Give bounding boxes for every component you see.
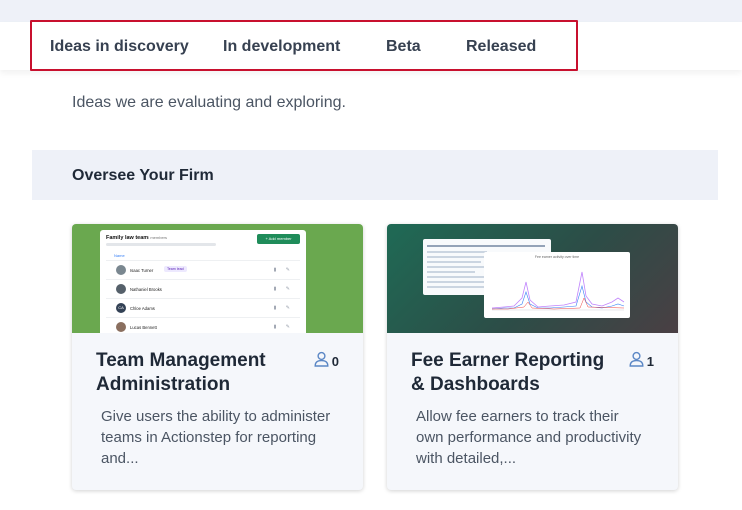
thumbnail-search-bar — [106, 243, 216, 246]
tab-beta[interactable]: Beta — [386, 38, 421, 56]
thumbnail-row-name: Isaac Turner — [130, 268, 154, 273]
thumbnail-row-actions: ▮ ✎ — [273, 324, 294, 330]
thumbnail-column-header: Name — [114, 253, 125, 258]
card-title: Fee Earner Reporting & Dashboards — [411, 350, 605, 395]
thumbnail-line-chart: Fee earner activity over time — [484, 252, 630, 318]
section-header: Oversee Your Firm — [32, 150, 718, 200]
thumbnail-row: CA Chloe Adams ▮ ✎ — [106, 298, 300, 317]
thumbnail-row: Nathaniel Brooks ▮ ✎ — [106, 279, 300, 298]
tab-description: Ideas we are evaluating and exploring. — [72, 94, 346, 111]
thumbnail-panel-subtitle: 8 members — [147, 235, 168, 240]
tab-ideas-in-discovery[interactable]: Ideas in discovery — [50, 38, 189, 56]
thumbnail-row-actions: ▮ ✎ — [273, 286, 294, 292]
tab-in-development[interactable]: In development — [223, 38, 340, 56]
thumbnail-row: Isaac Turner Team lead ▮ ✎ — [106, 260, 300, 279]
user-icon — [314, 351, 329, 372]
vote-count: 1 — [646, 354, 654, 369]
card-thumbnail: Family law team 8 members + Add member N… — [72, 224, 363, 333]
avatar — [116, 284, 126, 294]
card-description: Allow fee earners to track their own per… — [416, 408, 642, 467]
thumbnail-row-name: Chloe Adams — [130, 306, 155, 311]
thumbnail-add-button: + Add member — [257, 234, 300, 244]
tab-released[interactable]: Released — [466, 38, 536, 56]
user-icon — [629, 351, 644, 372]
idea-card-team-management[interactable]: Family law team 8 members + Add member N… — [72, 224, 363, 490]
avatar — [116, 265, 126, 275]
top-band — [0, 0, 742, 22]
thumbnail-row-name: Nathaniel Brooks — [130, 287, 162, 292]
card-thumbnail: Fee earner activity over time — [387, 224, 678, 333]
vote-counter[interactable]: 0 — [314, 351, 339, 372]
vote-counter[interactable]: 1 — [629, 351, 654, 372]
card-description: Give users the ability to administer tea… — [101, 408, 331, 467]
thumbnail-team-panel: Family law team 8 members + Add member N… — [100, 230, 306, 333]
thumbnail-row-name: Lucas Bennett — [130, 325, 157, 330]
idea-card-fee-earner-reporting[interactable]: Fee earner activity over time Fee Earner… — [387, 224, 678, 490]
thumbnail-panel-title: Family law team — [106, 235, 149, 241]
vote-count: 0 — [331, 354, 339, 369]
card-title: Team Management Administration — [96, 350, 266, 395]
thumbnail-row: Lucas Bennett ▮ ✎ — [106, 317, 300, 333]
section-title: Oversee Your Firm — [72, 167, 214, 184]
thumbnail-row-actions: ▮ ✎ — [273, 305, 294, 311]
avatar: CA — [116, 303, 126, 313]
avatar — [116, 322, 126, 332]
thumbnail-row-tag: Team lead — [164, 266, 187, 272]
thumbnail-row-actions: ▮ ✎ — [273, 267, 294, 273]
